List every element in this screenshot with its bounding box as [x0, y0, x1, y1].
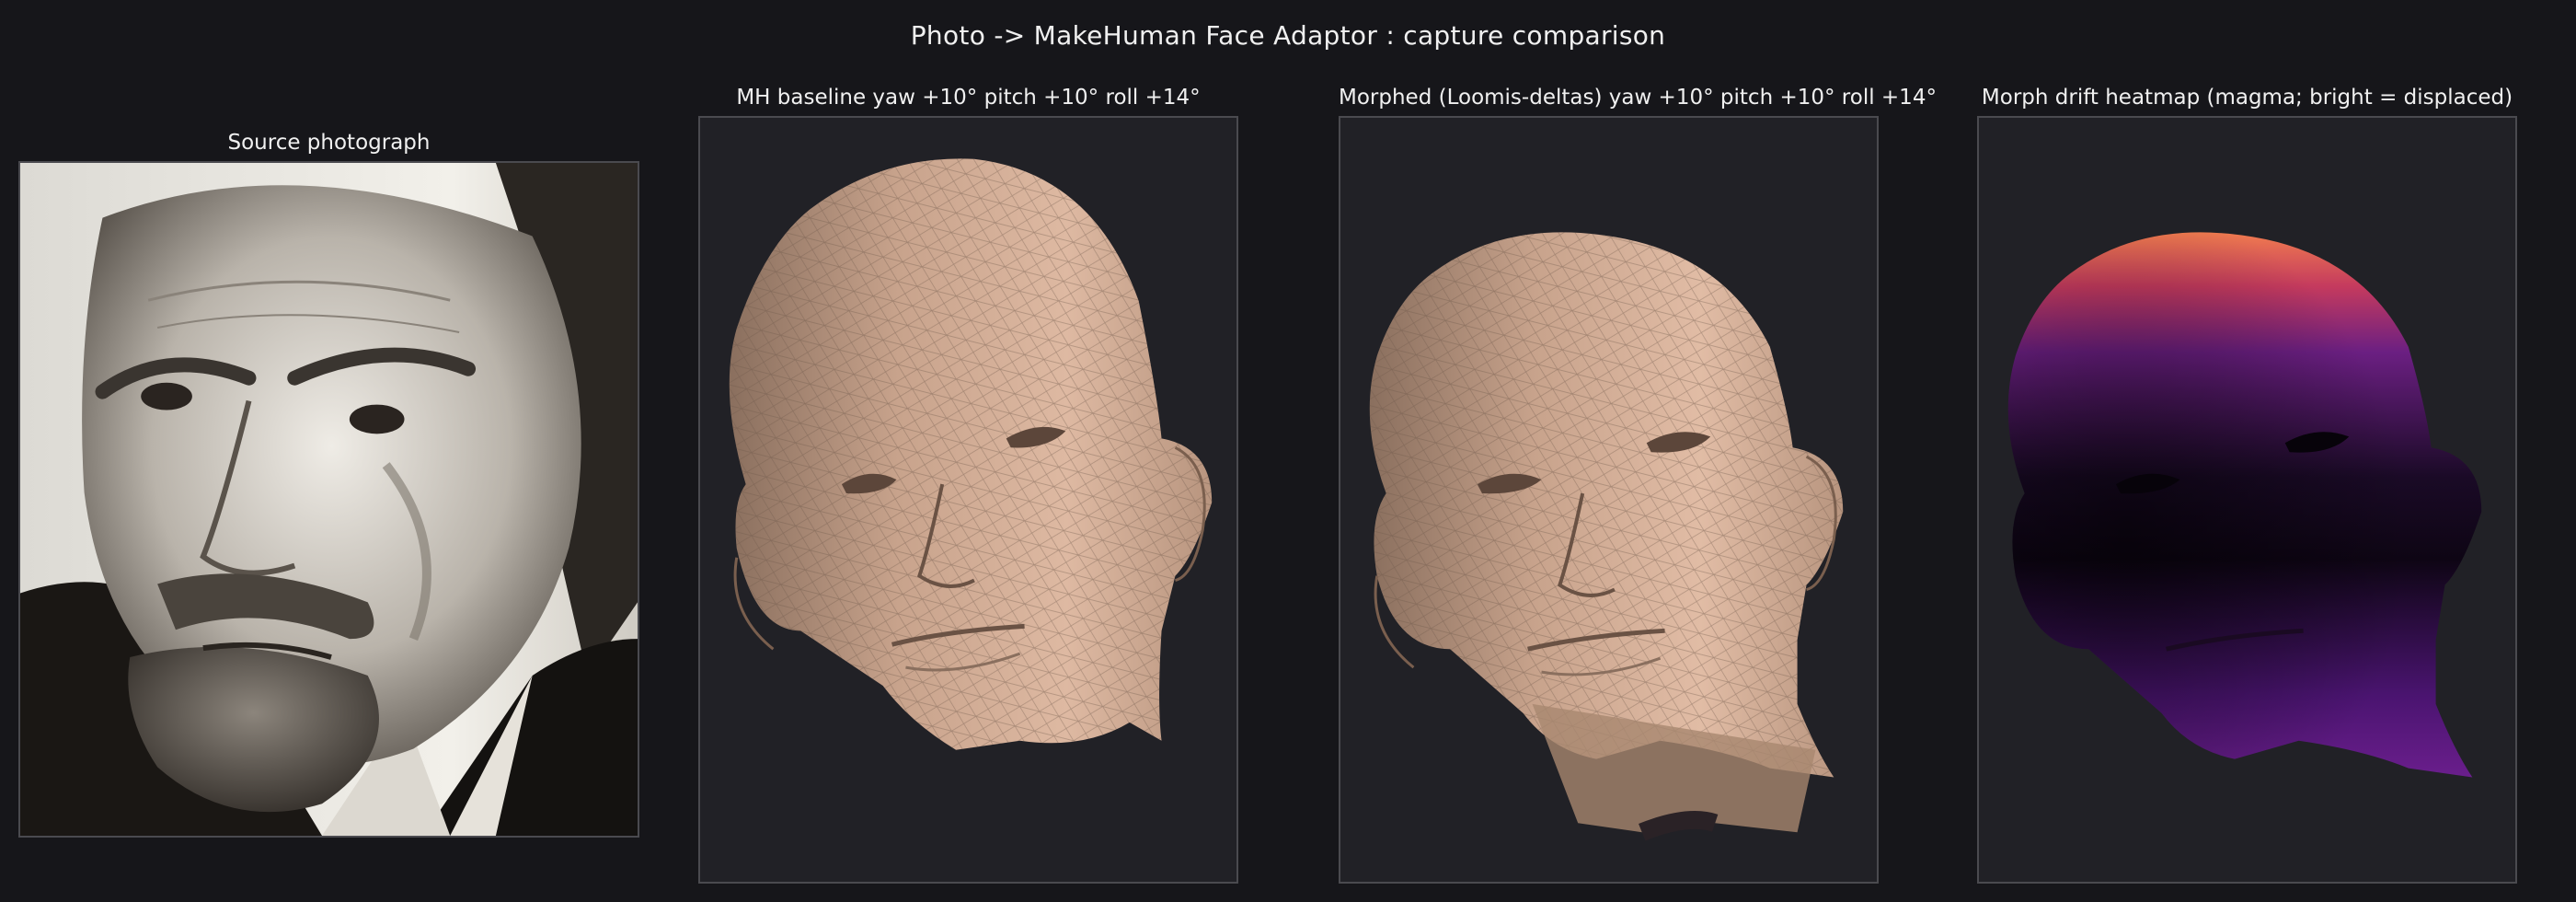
page-title: Photo -> MakeHuman Face Adaptor : captur…	[910, 20, 1666, 51]
morphed-render	[1339, 116, 1879, 884]
heatmap-title: Morph drift heatmap (magma; bright = dis…	[1981, 86, 2513, 110]
source-photo-title: Source photograph	[227, 131, 431, 155]
morphed-title: Morphed (Loomis-deltas) yaw +10° pitch +…	[1339, 86, 1937, 110]
heatmap-head	[2007, 232, 2482, 778]
baseline-head	[729, 158, 1213, 750]
baseline-render	[698, 116, 1238, 884]
source-photo	[18, 161, 639, 838]
heatmap-render	[1977, 116, 2517, 884]
baseline-title: MH baseline yaw +10° pitch +10° roll +14…	[736, 86, 1201, 110]
morphed-head	[1369, 232, 1844, 841]
